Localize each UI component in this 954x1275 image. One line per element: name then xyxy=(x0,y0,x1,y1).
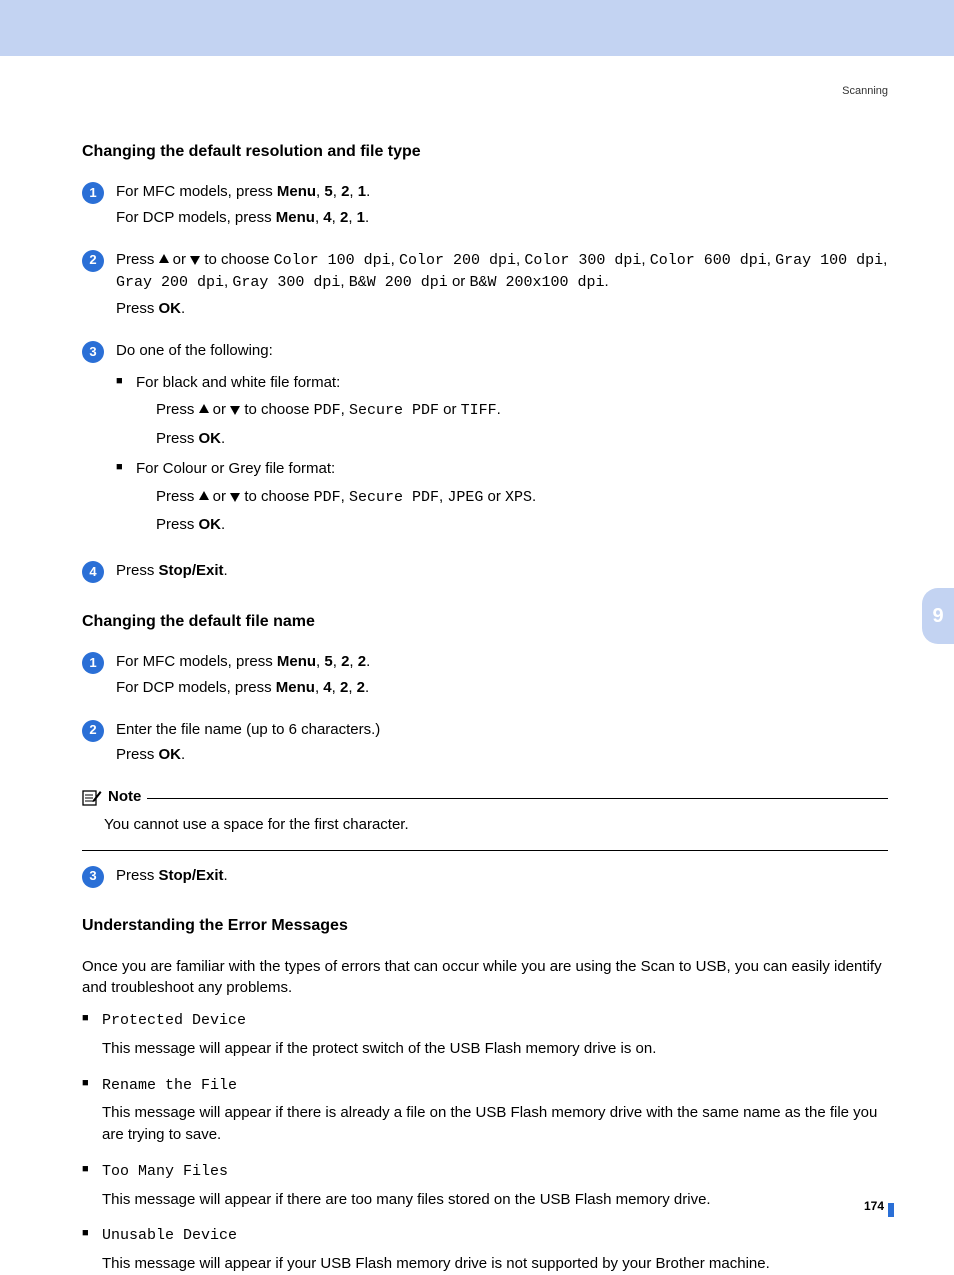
note-body: You cannot use a space for the first cha… xyxy=(82,808,888,846)
step-3-intro: Do one of the following: xyxy=(116,340,888,362)
sublist-item-color: For Colour or Grey file format: Press or… xyxy=(116,458,888,536)
page-content: Changing the default resolution and file… xyxy=(0,56,954,1275)
step-4: 4 Press Stop/Exit. xyxy=(82,560,888,586)
arrow-down-icon xyxy=(230,493,240,502)
bw-choose-line: Press or to choose PDF, Secure PDF or TI… xyxy=(156,399,888,422)
arrow-down-icon xyxy=(230,406,240,415)
error-desc: This message will appear if the protect … xyxy=(102,1038,888,1060)
s2-step-2-line: Enter the file name (up to 6 characters.… xyxy=(116,719,888,741)
s2-step-3-line: Press Stop/Exit. xyxy=(116,865,888,887)
step-2-press-ok: Press OK. xyxy=(116,298,888,320)
s2-step-2: 2 Enter the file name (up to 6 character… xyxy=(82,719,888,771)
s2-step-1a: For MFC models, press Menu, 5, 2, 2. xyxy=(116,651,888,673)
error-desc: This message will appear if there is alr… xyxy=(102,1102,888,1146)
top-bar xyxy=(0,0,954,56)
bw-press-ok: Press OK. xyxy=(156,428,888,450)
s2-step-1b: For DCP models, press Menu, 4, 2, 2. xyxy=(116,677,888,699)
note-block: Note You cannot use a space for the firs… xyxy=(82,786,888,851)
page-number: 174 xyxy=(864,1198,884,1215)
error-item-unusable: Unusable Device This message will appear… xyxy=(82,1224,888,1275)
arrow-up-icon xyxy=(199,404,209,413)
error-item-rename: Rename the File This message will appear… xyxy=(82,1074,888,1146)
step-1: 1 For MFC models, press Menu, 5, 2, 1. F… xyxy=(82,181,888,233)
step-1-line-a: For MFC models, press Menu, 5, 2, 1. xyxy=(116,181,888,203)
s2-step-1: 1 For MFC models, press Menu, 5, 2, 2. F… xyxy=(82,651,888,703)
step-4-line: Press Stop/Exit. xyxy=(116,560,888,582)
step-badge: 3 xyxy=(82,341,104,363)
step-badge: 3 xyxy=(82,866,104,888)
header-section-label: Scanning xyxy=(842,84,888,100)
section-title-errors: Understanding the Error Messages xyxy=(82,914,888,937)
note-pencil-icon xyxy=(82,788,102,806)
note-title: Note xyxy=(108,786,141,808)
arrow-up-icon xyxy=(199,491,209,500)
color-choose-line: Press or to choose PDF, Secure PDF, JPEG… xyxy=(156,486,888,509)
s2-step-2-ok: Press OK. xyxy=(116,744,888,766)
s2-step-3: 3 Press Stop/Exit. xyxy=(82,865,888,891)
step-badge: 1 xyxy=(82,182,104,204)
error-desc: This message will appear if there are to… xyxy=(102,1189,888,1211)
step-badge: 2 xyxy=(82,720,104,742)
step-badge: 2 xyxy=(82,250,104,272)
step-badge: 4 xyxy=(82,561,104,583)
arrow-down-icon xyxy=(190,256,200,265)
error-desc: This message will appear if your USB Fla… xyxy=(102,1253,888,1275)
error-item-protected: Protected Device This message will appea… xyxy=(82,1009,888,1060)
step-3: 3 Do one of the following: For black and… xyxy=(82,340,888,544)
step-1-line-b: For DCP models, press Menu, 4, 2, 1. xyxy=(116,207,888,229)
step-badge: 1 xyxy=(82,652,104,674)
page-accent-bar xyxy=(888,1203,894,1217)
error-item-toomany: Too Many Files This message will appear … xyxy=(82,1160,888,1211)
sublist-item-bw: For black and white file format: Press o… xyxy=(116,372,888,450)
section-title-resolution: Changing the default resolution and file… xyxy=(82,140,888,163)
step-2: 2 Press or to choose Color 100 dpi, Colo… xyxy=(82,249,888,324)
chapter-side-tab: 9 xyxy=(922,588,954,644)
color-press-ok: Press OK. xyxy=(156,514,888,536)
step-2-line: Press or to choose Color 100 dpi, Color … xyxy=(116,249,888,295)
errors-intro: Once you are familiar with the types of … xyxy=(82,956,888,1000)
arrow-up-icon xyxy=(159,254,169,263)
section-title-filename: Changing the default file name xyxy=(82,610,888,633)
